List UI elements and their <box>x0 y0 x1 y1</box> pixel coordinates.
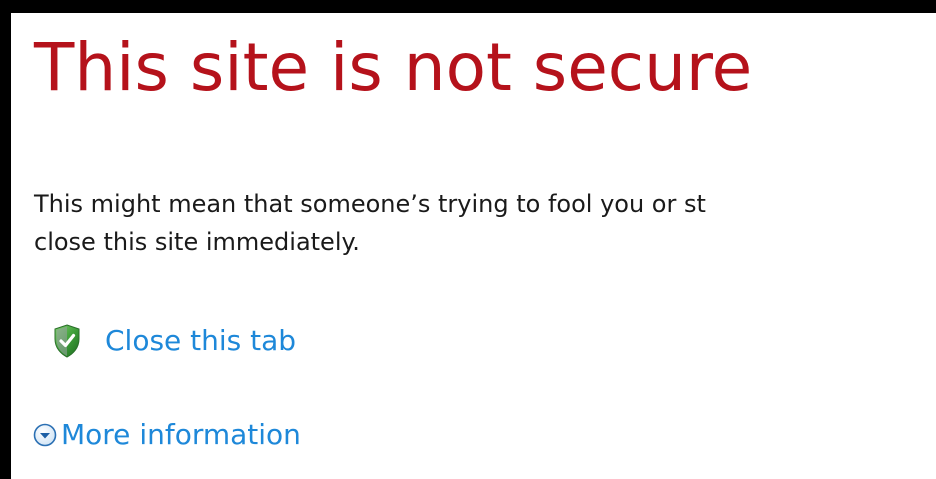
shield-check-icon <box>53 324 81 358</box>
browser-content-frame: This site is not secure This might mean … <box>0 0 936 479</box>
page-title: This site is not secure <box>34 29 753 106</box>
warning-description-line-1: This might mean that someone’s trying to… <box>34 190 706 218</box>
more-information-link[interactable]: More information <box>33 415 301 455</box>
close-tab-link[interactable]: Close this tab <box>53 321 296 361</box>
security-warning-page: This site is not secure This might mean … <box>11 13 936 479</box>
close-tab-label[interactable]: Close this tab <box>105 321 296 361</box>
more-information-label[interactable]: More information <box>61 415 301 455</box>
warning-description: This might mean that someone’s trying to… <box>34 185 706 261</box>
expand-circle-icon[interactable] <box>33 423 57 447</box>
warning-description-line-2: close this site immediately. <box>34 228 360 256</box>
